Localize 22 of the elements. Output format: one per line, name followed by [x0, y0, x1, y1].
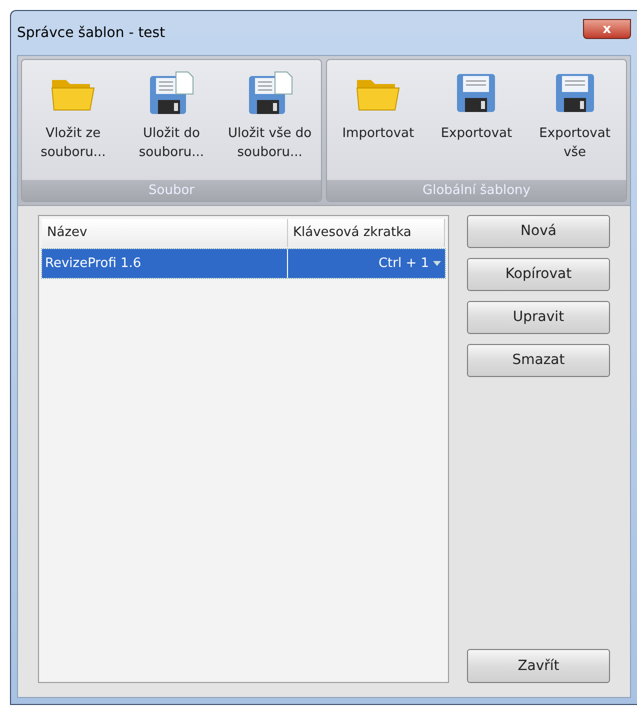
column-header[interactable]: Klávesová zkratka — [288, 219, 445, 247]
name-cell: RevizeProfi 1.6 — [42, 249, 288, 278]
ribbon-button[interactable]: Uložit do souboru... — [123, 68, 220, 180]
floppy-disk-with-document-icon — [246, 70, 293, 116]
list-row[interactable]: RevizeProfi 1.6 Ctrl + 1 — [42, 249, 445, 278]
ribbon-button[interactable]: Exportovat — [428, 68, 524, 180]
ribbon-button[interactable]: Vložit ze souboru... — [25, 68, 122, 180]
window-title: Správce šablon - test — [17, 24, 166, 42]
column-header[interactable]: Název — [42, 219, 288, 247]
dropdown-arrow-icon[interactable] — [433, 261, 441, 266]
ribbon-button[interactable]: Importovat — [330, 68, 426, 180]
shortcut-cell[interactable]: Ctrl + 1 — [378, 249, 429, 278]
action-button[interactable]: Nová — [467, 215, 610, 248]
group-label: Globální šablony — [327, 180, 626, 201]
group-label: Soubor — [22, 180, 321, 201]
close-dialog-button[interactable]: Zavřít — [467, 649, 610, 683]
ribbon-button[interactable]: Uložit vše do souboru... — [222, 68, 318, 180]
ribbon-button[interactable]: Exportovat vše — [526, 68, 623, 180]
action-button[interactable]: Upravit — [467, 301, 610, 334]
action-button[interactable]: Kopírovat — [467, 258, 610, 291]
floppy-disk-with-document-icon — [148, 70, 194, 116]
action-button[interactable]: Smazat — [467, 344, 610, 377]
